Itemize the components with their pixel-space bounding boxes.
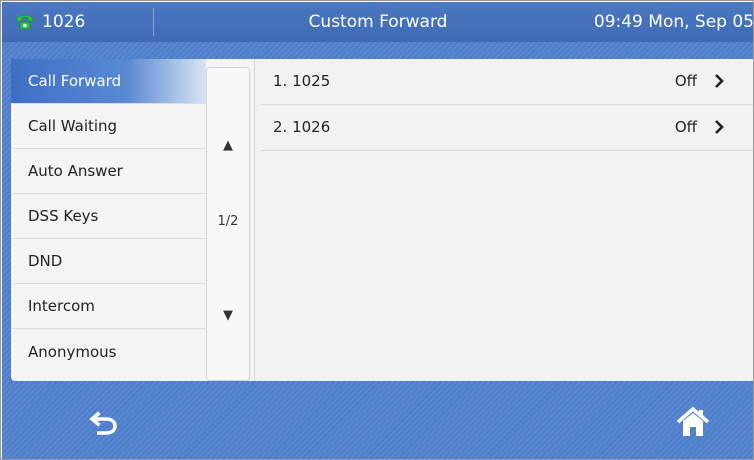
menu-item-label: Call Waiting: [28, 117, 118, 135]
line-number-label: 2. 1026: [273, 118, 331, 136]
line-number-label: 1. 1025: [273, 72, 331, 90]
status-bar: Custom Forward 1026 09:49 Mon, Sep 05: [2, 2, 754, 42]
menu-item-dss-keys[interactable]: DSS Keys: [11, 194, 206, 239]
menu-item-anonymous[interactable]: Anonymous: [11, 329, 206, 374]
status-value: Off: [674, 72, 697, 90]
phone-screen: Custom Forward 1026 09:49 Mon, Sep 05 Ca…: [0, 0, 754, 460]
back-button[interactable]: [88, 408, 120, 438]
menu-item-dnd[interactable]: DND: [11, 239, 206, 284]
page-indicator: 1/2: [217, 214, 239, 229]
status-divider: [153, 8, 154, 36]
home-button[interactable]: [676, 406, 710, 438]
page-up-icon[interactable]: ▲: [207, 138, 249, 153]
menu-item-label: Auto Answer: [28, 162, 123, 180]
line-indicator: 1026: [2, 2, 152, 42]
list-item[interactable]: 1. 1025 Off: [261, 59, 753, 105]
softkey-bar: [2, 382, 753, 459]
menu-item-label: Intercom: [28, 297, 95, 315]
menu-item-label: DSS Keys: [28, 207, 99, 225]
menu-item-label: Call Forward: [28, 72, 122, 90]
status-value: Off: [674, 118, 697, 136]
menu-item-label: DND: [28, 252, 63, 270]
home-icon: [676, 406, 710, 436]
chevron-right-icon: [715, 74, 724, 88]
phone-handset-icon: [14, 13, 36, 31]
line-label: 1026: [42, 12, 86, 32]
clock: 09:49 Mon, Sep 05: [593, 12, 754, 32]
page-scroller[interactable]: ▲ 1/2 ▼: [206, 67, 250, 381]
menu-item-call-waiting[interactable]: Call Waiting: [11, 104, 206, 149]
menu-item-auto-answer[interactable]: Auto Answer: [11, 149, 206, 194]
menu-list: Call Forward Call Waiting Auto Answer DS…: [11, 59, 206, 381]
back-arrow-icon: [89, 411, 117, 435]
menu-item-intercom[interactable]: Intercom: [11, 284, 206, 329]
list-item[interactable]: 2. 1026 Off: [261, 105, 753, 151]
menu-panel: Call Forward Call Waiting Auto Answer DS…: [11, 59, 254, 381]
menu-item-call-forward[interactable]: Call Forward: [11, 59, 206, 104]
chevron-right-icon: [715, 120, 724, 134]
forward-list: 1. 1025 Off 2. 1026 Off: [254, 59, 753, 381]
page-down-icon[interactable]: ▼: [207, 308, 249, 323]
menu-item-label: Anonymous: [28, 342, 117, 361]
